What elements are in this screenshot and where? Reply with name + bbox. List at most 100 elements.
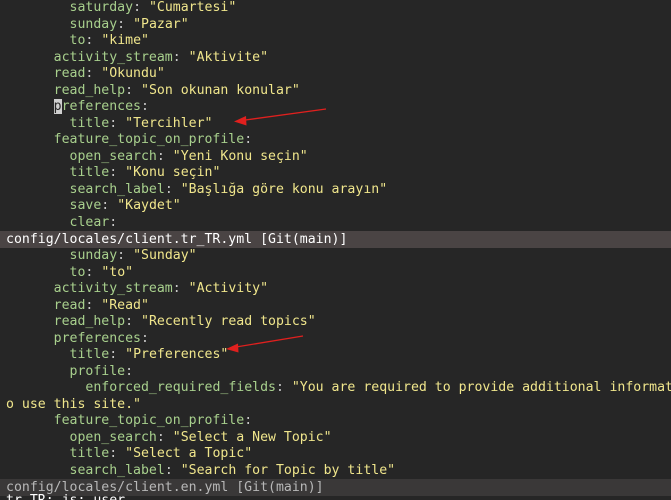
yaml-key: read_help (53, 314, 126, 329)
yaml-value: "Cumartesi" (148, 0, 237, 15)
code-line[interactable]: activity_stream: "Aktivite" (0, 50, 671, 67)
yaml-colon: : (172, 49, 189, 65)
yaml-key: search_label (69, 462, 165, 478)
yaml-value: "Recently read topics" (141, 314, 316, 329)
code-line[interactable]: sunday: "Sunday" (0, 248, 671, 265)
yaml-colon: : (125, 363, 134, 379)
code-line[interactable]: title: "Konu seçin" (0, 165, 671, 182)
code-line[interactable]: o use this site." (0, 397, 671, 414)
yaml-key: feature_topic_on_profile (53, 413, 245, 428)
code-line[interactable]: to: "kime" (0, 33, 671, 50)
yaml-colon: : (117, 16, 134, 32)
yaml-colon: : (156, 429, 173, 445)
code-line[interactable]: enforced_required_fields: "You are requi… (0, 380, 671, 397)
yaml-key: preferences (53, 330, 141, 346)
yaml-key: title (69, 347, 110, 362)
yaml-colon: : (244, 413, 253, 428)
text-cursor: p (53, 99, 62, 114)
yaml-key: open_search (69, 429, 157, 445)
code-line[interactable]: title: "Tercihler" (0, 116, 671, 133)
code-line[interactable]: open_search: "Yeni Konu seçin" (0, 149, 671, 166)
yaml-colon: : (125, 314, 141, 329)
yaml-value: "Kaydet" (117, 198, 181, 213)
code-line[interactable]: open_search: "Select a New Topic" (0, 430, 671, 447)
yaml-key: enforced_required_fields (85, 380, 276, 395)
yaml-colon: : (109, 347, 126, 362)
yaml-value: "Tercihler" (125, 115, 213, 131)
code-line[interactable]: saturday: "Cumartesi" (0, 0, 671, 17)
yaml-key: references (61, 99, 141, 114)
yaml-value: "to" (101, 264, 134, 280)
code-line[interactable]: title: "Preferences" (0, 347, 671, 364)
code-line[interactable]: preferences: (0, 331, 671, 348)
code-line[interactable]: preferences: (0, 99, 671, 116)
code-line[interactable]: read: "Okundu" (0, 66, 671, 83)
yaml-value: "Konu seçin" (125, 165, 221, 180)
yaml-key: sunday (69, 16, 118, 32)
yaml-key: save (69, 198, 102, 213)
code-line[interactable]: read_help: "Son okunan konular" (0, 83, 671, 100)
yaml-colon: : (125, 82, 141, 98)
yaml-key: saturday (69, 0, 134, 15)
code-line[interactable]: read_help: "Recently read topics" (0, 314, 671, 331)
yaml-colon: : (275, 380, 292, 395)
yaml-colon: : (244, 132, 253, 147)
yaml-colon: : (85, 297, 102, 313)
wrapped-value: o use this site." (6, 396, 141, 412)
yaml-key: to (69, 33, 86, 48)
yaml-colon: : (164, 462, 181, 478)
code-line[interactable]: feature_topic_on_profile: (0, 413, 671, 430)
code-line[interactable]: title: "Select a Topic" (0, 446, 671, 463)
yaml-key: open_search (69, 148, 157, 164)
yaml-value: "Pazar" (133, 16, 189, 32)
bottom-editor-pane[interactable]: sunday: "Sunday" to: "to" activity_strea… (0, 248, 671, 479)
yaml-colon: : (156, 148, 173, 164)
yaml-key: clear (69, 214, 110, 230)
yaml-colon: : (109, 214, 118, 230)
code-line[interactable]: to: "to" (0, 265, 671, 282)
yaml-colon: : (101, 198, 118, 213)
yaml-key: read (53, 297, 86, 313)
yaml-key: title (69, 165, 110, 180)
yaml-value: "Sunday" (133, 248, 197, 263)
yaml-colon: : (85, 66, 102, 81)
yaml-colon: : (140, 330, 149, 346)
top-editor-pane[interactable]: saturday: "Cumartesi" sunday: "Pazar" to… (0, 0, 671, 231)
yaml-key: search_label (69, 181, 165, 197)
code-line[interactable]: profile: (0, 364, 671, 381)
yaml-colon: : (133, 0, 149, 15)
code-line[interactable]: search_label: "Başlığa göre konu arayın" (0, 182, 671, 199)
yaml-value: "Activity" (188, 281, 269, 296)
top-status-line: config/locales/client.tr_TR.yml [Git(mai… (0, 231, 671, 248)
code-line[interactable]: read: "Read" (0, 298, 671, 315)
code-line[interactable]: search_label: "Search for Topic by title… (0, 463, 671, 480)
yaml-value: "Read" (101, 297, 149, 313)
code-line[interactable]: save: "Kaydet" (0, 198, 671, 215)
code-line[interactable]: activity_stream: "Activity" (0, 281, 671, 298)
yaml-key: to (69, 264, 86, 280)
yaml-key: title (69, 446, 110, 461)
code-line[interactable]: clear: (0, 215, 671, 232)
yaml-colon: : (164, 181, 181, 197)
command-line[interactable]: tr_TR: js: user (0, 492, 671, 500)
yaml-value: "You are required to provide additional … (291, 380, 671, 395)
code-line[interactable]: feature_topic_on_profile: (0, 132, 671, 149)
code-line[interactable]: sunday: "Pazar" (0, 17, 671, 34)
